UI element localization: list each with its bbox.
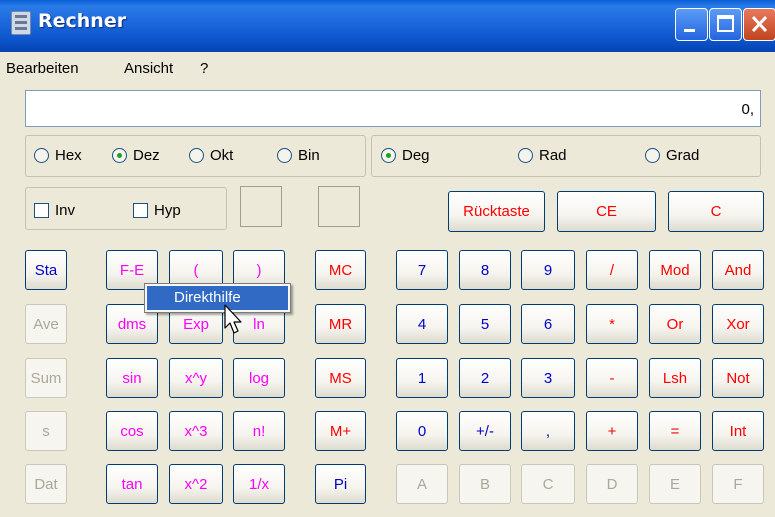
- cos-button[interactable]: cos: [106, 411, 158, 451]
- digit-4-button[interactable]: 4: [396, 304, 448, 344]
- display-value: 0,: [741, 101, 754, 118]
- context-menu: Direkthilfe: [144, 283, 291, 313]
- close-icon: [751, 15, 768, 33]
- hex-e-button[interactable]: E: [649, 464, 701, 504]
- x-cubed-button[interactable]: x^3: [169, 411, 223, 451]
- digit-0-button[interactable]: 0: [396, 411, 448, 451]
- ave-button[interactable]: Ave: [25, 304, 67, 344]
- clear-button[interactable]: C: [668, 191, 764, 232]
- mod-button[interactable]: Mod: [649, 250, 701, 290]
- digit-6-button[interactable]: 6: [521, 304, 575, 344]
- reciprocal-button[interactable]: 1/x: [233, 464, 285, 504]
- hex-c-button[interactable]: C: [521, 464, 575, 504]
- factorial-button[interactable]: n!: [233, 411, 285, 451]
- x-pow-y-button[interactable]: x^y: [169, 358, 223, 398]
- digit-3-button[interactable]: 3: [521, 358, 575, 398]
- context-menu-item-direkthilfe[interactable]: Direkthilfe: [147, 286, 288, 310]
- radio-grad[interactable]: Grad: [645, 146, 699, 166]
- menu-ansicht[interactable]: Ansicht: [124, 60, 173, 77]
- window-title: Rechner: [38, 10, 127, 32]
- hex-d-button[interactable]: D: [586, 464, 638, 504]
- multiply-button[interactable]: *: [586, 304, 638, 344]
- dat-button[interactable]: Dat: [25, 464, 67, 504]
- display-field[interactable]: 0,: [25, 90, 761, 127]
- sin-button[interactable]: sin: [106, 358, 158, 398]
- digit-9-button[interactable]: 9: [521, 250, 575, 290]
- menu-bearbeiten[interactable]: Bearbeiten: [6, 60, 79, 77]
- backspace-button[interactable]: Rücktaste: [448, 191, 545, 232]
- radio-rad[interactable]: Rad: [518, 146, 567, 166]
- pi-button[interactable]: Pi: [315, 464, 366, 504]
- x-squared-button[interactable]: x^2: [169, 464, 223, 504]
- close-button[interactable]: [743, 8, 775, 41]
- minimize-icon: [684, 29, 695, 32]
- radio-hex[interactable]: Hex: [34, 146, 82, 166]
- mouse-pointer-icon: [224, 304, 242, 334]
- parenthesis-indicator: [240, 186, 282, 227]
- sum-button[interactable]: Sum: [25, 358, 67, 398]
- digit-7-button[interactable]: 7: [396, 250, 448, 290]
- subtract-button[interactable]: -: [586, 358, 638, 398]
- and-button[interactable]: And: [712, 250, 764, 290]
- sign-toggle-button[interactable]: +/-: [459, 411, 511, 451]
- memory-indicator: [318, 186, 360, 227]
- calculator-icon: [11, 11, 31, 35]
- decimal-button[interactable]: ,: [521, 411, 575, 451]
- radio-deg[interactable]: Deg: [381, 146, 430, 166]
- or-button[interactable]: Or: [649, 304, 701, 344]
- int-button[interactable]: Int: [712, 411, 764, 451]
- title-bar[interactable]: Rechner: [0, 0, 775, 52]
- digit-1-button[interactable]: 1: [396, 358, 448, 398]
- tan-button[interactable]: tan: [106, 464, 158, 504]
- hex-b-button[interactable]: B: [459, 464, 511, 504]
- checkbox-hyp[interactable]: Hyp: [133, 201, 181, 221]
- maximize-button[interactable]: [709, 8, 742, 41]
- calculator-window: Rechner Bearbeiten Ansicht ? 0, Hex Dez …: [0, 0, 775, 517]
- m-plus-button[interactable]: M+: [315, 411, 366, 451]
- sta-button[interactable]: Sta: [25, 250, 67, 290]
- radio-dez[interactable]: Dez: [112, 146, 160, 166]
- hex-f-button[interactable]: F: [712, 464, 764, 504]
- menu-bar: Bearbeiten Ansicht ?: [0, 52, 775, 80]
- maximize-icon: [717, 15, 734, 32]
- divide-button[interactable]: /: [586, 250, 638, 290]
- xor-button[interactable]: Xor: [712, 304, 764, 344]
- ms-button[interactable]: MS: [315, 358, 366, 398]
- radio-okt[interactable]: Okt: [189, 146, 233, 166]
- hex-a-button[interactable]: A: [396, 464, 448, 504]
- not-button[interactable]: Not: [712, 358, 764, 398]
- add-button[interactable]: +: [586, 411, 638, 451]
- equals-button[interactable]: =: [649, 411, 701, 451]
- lsh-button[interactable]: Lsh: [649, 358, 701, 398]
- digit-5-button[interactable]: 5: [459, 304, 511, 344]
- log-button[interactable]: log: [233, 358, 285, 398]
- mc-button[interactable]: MC: [315, 250, 366, 290]
- s-button[interactable]: s: [25, 411, 67, 451]
- radio-bin[interactable]: Bin: [277, 146, 320, 166]
- digit-8-button[interactable]: 8: [459, 250, 511, 290]
- mr-button[interactable]: MR: [315, 304, 366, 344]
- ce-button[interactable]: CE: [557, 191, 656, 232]
- checkbox-inv[interactable]: Inv: [34, 201, 75, 221]
- minimize-button[interactable]: [675, 8, 708, 41]
- digit-2-button[interactable]: 2: [459, 358, 511, 398]
- menu-help[interactable]: ?: [200, 60, 208, 77]
